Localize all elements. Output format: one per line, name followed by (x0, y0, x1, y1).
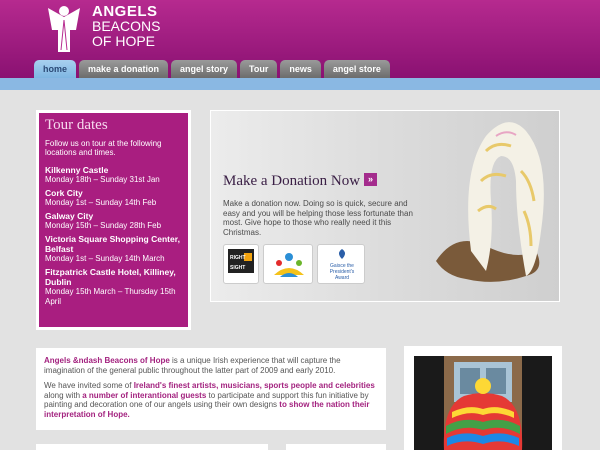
intro-highlight: Ireland's finest artists, musicians, spo… (133, 381, 375, 390)
donation-title-link[interactable]: Make a Donation Now (223, 173, 360, 190)
intro-lead: Angels &ndash Beacons of Hope (44, 356, 170, 365)
painted-angel-image (414, 356, 552, 450)
site-header: ANGELS BEACONS OF HOPE home make a donat… (0, 0, 600, 78)
tour-dates-title: Tour dates (45, 117, 108, 133)
intro-paragraph-1: Angels &ndash Beacons of Hope is a uniqu… (44, 356, 378, 375)
svg-text:Award: Award (335, 275, 349, 281)
angel-statue-image (436, 122, 544, 282)
nav-tab-angel-story[interactable]: angel story (171, 60, 238, 78)
tour-venue: Fitzpatrick Castle Hotel, Killiney, Dubl… (45, 267, 176, 287)
donation-arrow-button[interactable]: » (364, 173, 377, 186)
right-to-sight-badge[interactable]: RIGHT SIGHT (223, 244, 259, 284)
nav-tab-news[interactable]: news (280, 60, 321, 78)
tour-venue: Cork City (45, 188, 83, 198)
painted-angel-photo[interactable] (414, 356, 552, 450)
logo-line-2: BEACONS (92, 18, 161, 34)
content-box-bottom-left (36, 444, 268, 450)
svg-text:SIGHT: SIGHT (230, 265, 245, 271)
tour-dates-intro: Follow us on tour at the following locat… (45, 139, 162, 157)
main-nav: home make a donation angel story Tour ne… (34, 60, 390, 78)
intro-highlight: a number of interantional guests (82, 390, 207, 400)
charity-logo-badge[interactable] (263, 244, 313, 284)
logo-line-1: ANGELS (92, 3, 158, 20)
nav-tab-angel-store[interactable]: angel store (323, 60, 390, 78)
svg-text:RIGHT: RIGHT (230, 255, 246, 261)
intro-text: along with (44, 390, 83, 400)
tour-date: Monday 1st – Sunday 14th Feb (45, 198, 157, 207)
tour-date: Monday 18th – Sunday 31st Jan (45, 175, 160, 184)
tour-date: Monday 15th March – Thursday 15th April (45, 287, 176, 306)
tour-dates-panel: Tour dates Follow us on tour at the foll… (36, 110, 191, 330)
nav-tab-make-a-donation[interactable]: make a donation (79, 60, 169, 78)
nav-tab-tour[interactable]: Tour (240, 60, 278, 78)
intro-text-panel: Angels &ndash Beacons of Hope is a uniqu… (36, 348, 386, 430)
angel-logo-icon[interactable] (44, 4, 84, 54)
nav-underline-bar (0, 78, 600, 90)
intro-paragraph-2: We have invited some of Ireland's finest… (44, 381, 378, 419)
tour-date: Monday 15th – Sunday 28th Feb (45, 221, 162, 230)
tour-venue: Kilkenny Castle (45, 165, 109, 175)
gaisce-award-badge[interactable]: Gaisce the President's Award (317, 244, 365, 284)
nav-tab-home[interactable]: home (34, 60, 77, 78)
logo-line-3: OF HOPE (92, 33, 156, 49)
donation-description: Make a donation now. Doing so is quick, … (223, 199, 413, 237)
tour-date: Monday 1st – Sunday 14th March (45, 254, 165, 263)
donation-banner: Make a Donation Now » Make a donation no… (210, 110, 560, 302)
tour-venue: Victoria Square Shopping Center, Belfast (45, 234, 180, 254)
tour-venue: Galway City (45, 211, 94, 221)
intro-text: We have invited some of (44, 381, 134, 390)
logo-wordmark[interactable]: ANGELS BEACONS OF HOPE (92, 4, 160, 49)
content-box-bottom-mid (286, 444, 386, 450)
